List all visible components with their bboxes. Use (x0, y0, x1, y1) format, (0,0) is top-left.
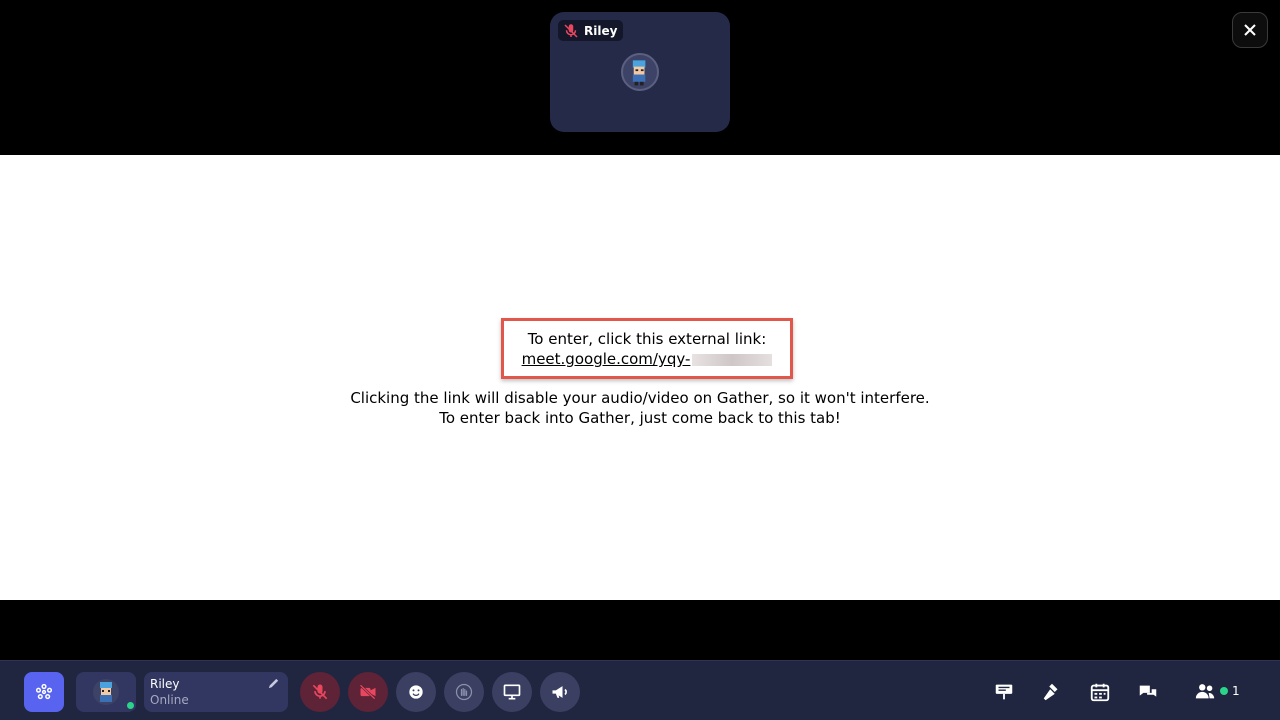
chat-icon (1139, 685, 1157, 697)
info-line-2: To enter back into Gather, just come bac… (439, 409, 841, 427)
megaphone-icon (552, 686, 567, 698)
camera-toggle-button[interactable] (348, 672, 388, 712)
participant-avatar (621, 53, 659, 91)
gather-logo-icon (35, 683, 53, 700)
participant-name: Riley (584, 23, 618, 38)
participants-button[interactable]: 1 (1194, 680, 1240, 702)
user-status: Online (150, 693, 189, 707)
avatar-sprite-icon (632, 60, 646, 86)
my-avatar (93, 679, 119, 705)
sign-icon (995, 684, 1013, 700)
sign-button[interactable] (991, 679, 1017, 705)
pencil-icon[interactable] (267, 677, 280, 690)
people-icon (1195, 684, 1215, 699)
online-indicator-dot (1220, 687, 1228, 695)
megaphone-button[interactable] (540, 672, 580, 712)
calendar-icon (1090, 683, 1110, 702)
external-call-panel: To enter, click this external link: meet… (0, 155, 1280, 600)
video-strip: Riley (0, 0, 1280, 155)
camera-off-icon (359, 684, 376, 700)
my-avatar-button[interactable] (76, 672, 136, 712)
bottom-toolbar: Riley Online 1 (0, 660, 1280, 720)
emoji-icon (409, 685, 423, 699)
external-link-box: To enter, click this external link: meet… (501, 318, 793, 379)
screen-share-button[interactable] (492, 672, 532, 712)
wave-button[interactable] (444, 672, 484, 712)
info-line-1: Clicking the link will disable your audi… (350, 389, 930, 407)
calendar-button[interactable] (1087, 679, 1113, 705)
external-link-prompt: To enter, click this external link: (527, 330, 767, 348)
participant-name-tag: Riley (558, 20, 624, 41)
mic-off-icon (312, 684, 328, 700)
info-text: Clicking the link will disable your audi… (0, 388, 1280, 428)
wave-hand-icon (455, 683, 473, 701)
user-status-card[interactable]: Riley Online (144, 672, 288, 712)
participant-video-tile[interactable]: Riley (550, 12, 730, 132)
emoji-button[interactable] (396, 672, 436, 712)
close-icon (1244, 24, 1256, 36)
redacted-link-segment (692, 353, 773, 366)
avatar-sprite-icon (100, 682, 112, 702)
external-meeting-link[interactable]: meet.google.com/yqy- (522, 349, 773, 369)
mic-muted-icon (564, 23, 578, 38)
mic-toggle-button[interactable] (300, 672, 340, 712)
user-name: Riley (150, 677, 180, 691)
build-hammer-icon (1043, 683, 1058, 701)
online-status-dot (125, 700, 136, 711)
bottom-spacer (0, 600, 1280, 660)
close-button[interactable] (1232, 12, 1268, 48)
screen-share-icon (503, 684, 521, 700)
external-link-text: meet.google.com/yqy- (521, 350, 691, 368)
participant-count: 1 (1232, 684, 1240, 698)
build-button[interactable] (1039, 679, 1065, 705)
gather-menu-button[interactable] (24, 672, 64, 712)
chat-button[interactable] (1135, 679, 1161, 705)
